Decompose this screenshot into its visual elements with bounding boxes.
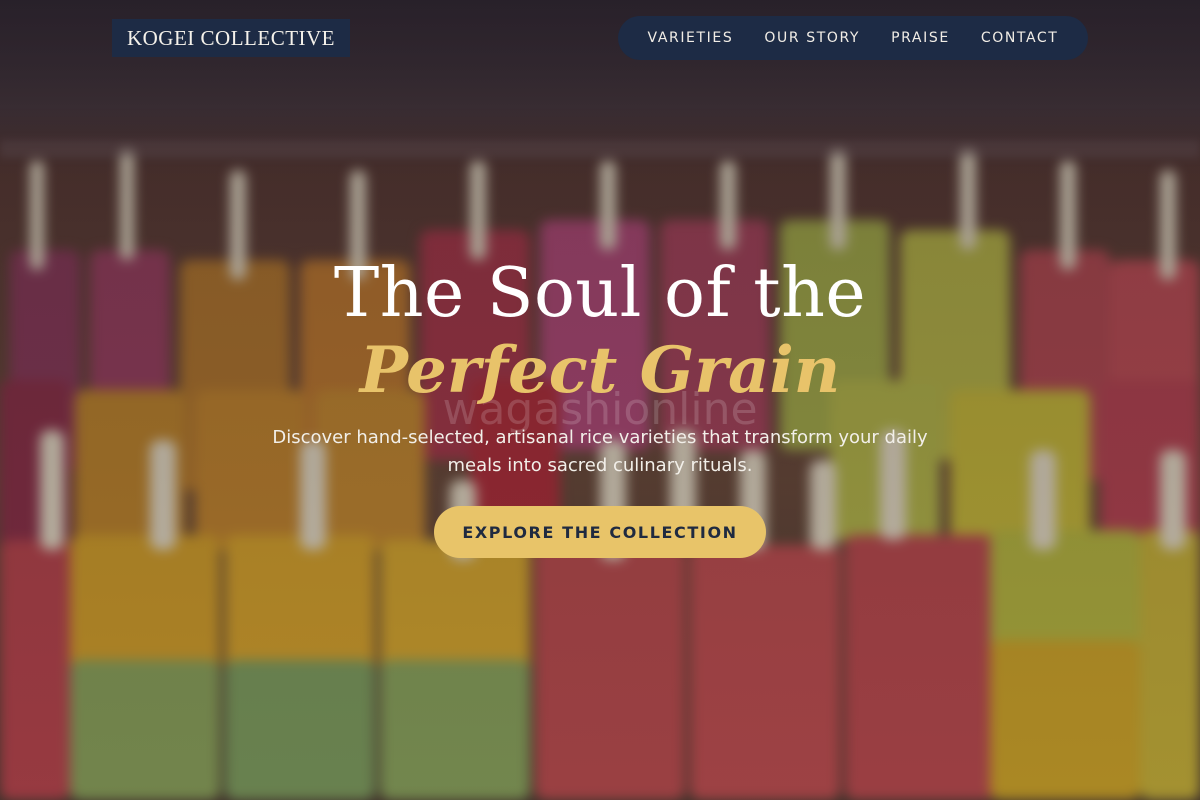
explore-collection-button[interactable]: EXPLORE THE COLLECTION (434, 506, 766, 558)
main-navigation: VARIETIES OUR STORY PRAISE CONTACT (618, 16, 1088, 60)
hero-headline: The Soul of the (333, 254, 867, 333)
nav-link-contact[interactable]: CONTACT (981, 30, 1059, 46)
nav-link-varieties[interactable]: VARIETIES (648, 30, 734, 46)
hero-headline-accent: Perfect Grain (359, 333, 841, 408)
nav-link-our-story[interactable]: OUR STORY (764, 30, 860, 46)
hero-section: KOGEI COLLECTIVE VARIETIES OUR STORY PRA… (0, 0, 1200, 800)
logo-text: KOGEI COLLECTIVE (126, 25, 336, 50)
logo[interactable]: KOGEI COLLECTIVE (112, 19, 350, 57)
nav-link-praise[interactable]: PRAISE (891, 30, 950, 46)
hero-subtitle: Discover hand-selected, artisanal rice v… (272, 427, 928, 476)
